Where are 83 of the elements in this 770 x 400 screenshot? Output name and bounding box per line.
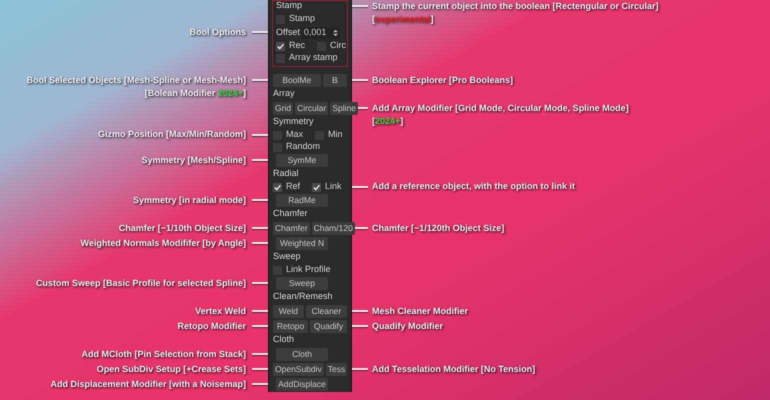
leader-line — [352, 5, 368, 7]
spinner-arrows-icon — [332, 28, 338, 36]
leader-line — [252, 31, 268, 33]
annotation-label: Quadify Modifier — [372, 320, 444, 332]
tool-button[interactable]: Sweep — [276, 277, 328, 290]
leader-line — [352, 186, 368, 188]
tool-button[interactable]: Grid — [273, 102, 294, 115]
leader-line — [252, 368, 268, 370]
tool-button[interactable]: Cleaner — [306, 305, 347, 318]
annotation-label: Gizmo Position [Max/Min/Random] — [98, 128, 246, 141]
checkbox-label: Link Profile — [286, 263, 331, 276]
tool-button[interactable]: B — [322, 74, 347, 87]
tool-button[interactable]: OpenSubdiv — [273, 363, 324, 376]
tool-button[interactable]: Quadify — [310, 320, 347, 333]
leader-line — [252, 134, 268, 136]
section-title: Stamp — [276, 0, 302, 12]
leader-line — [252, 159, 268, 161]
section-title: Cloth — [273, 332, 294, 346]
annotation-label: Chamfer [~1/10th Object Size] — [118, 222, 246, 234]
tool-button[interactable]: Tess — [326, 363, 348, 376]
tool-button[interactable]: AddDisplace — [276, 378, 328, 391]
annotation-label: Add a reference object, with the option to link it — [372, 180, 576, 193]
annotation-label: [Bolean Modifier 2024+] — [144, 86, 246, 100]
leader-line — [352, 310, 368, 312]
section-title: Radial — [273, 166, 299, 180]
annotation-label: Add Tesselation Modifier [No Tension] — [372, 362, 536, 376]
checkbox-label: Max — [286, 128, 304, 142]
leader-line — [352, 325, 368, 327]
checkbox-label: Circ — [330, 39, 346, 52]
tool-button[interactable]: Cloth — [276, 348, 328, 361]
checkbox-label: Rec — [289, 39, 306, 52]
leader-line — [252, 79, 268, 81]
leader-line — [252, 199, 268, 201]
leader-line — [252, 353, 268, 355]
annotation-label: Add MCloth [Pin Selection from Stack] — [81, 348, 246, 360]
tool-button[interactable]: Retopo — [273, 320, 308, 333]
tool-button[interactable]: Chamfer — [273, 222, 310, 235]
leader-line — [252, 383, 268, 385]
leader-line — [252, 310, 268, 312]
leader-line — [252, 325, 268, 327]
checkbox-label: Stamp — [289, 12, 316, 26]
leader-line — [252, 227, 268, 229]
leader-line — [352, 79, 368, 81]
tool-button[interactable]: Cham/120 — [312, 222, 355, 235]
annotation-label: [2024+] — [372, 114, 404, 128]
checkbox-label: Random — [286, 140, 320, 154]
annotation-label: Mesh Cleaner Modifier — [372, 304, 468, 318]
annotation-label: Weighted Normals Modififer [by Angle] — [80, 236, 246, 250]
field-label: Offset — [276, 26, 300, 39]
section-title: Chamfer — [273, 206, 308, 220]
leader-line — [352, 368, 368, 370]
tool-button[interactable]: SymMe — [276, 154, 328, 167]
annotation-label: Bool Options — [190, 26, 246, 38]
checkbox-label: Array stamp — [289, 51, 338, 64]
annotation-label: Custom Sweep [Basic Profile for selected Spline] — [36, 276, 246, 290]
leader-line — [252, 242, 268, 244]
tool-button[interactable]: Weighted N — [276, 237, 328, 250]
annotation-label: Add Displacement Modifier [with a Noisemap] — [50, 378, 246, 390]
leader-line — [352, 227, 368, 229]
annotation-label: Vertex Weld — [195, 304, 246, 318]
annotation-label: Symmetry [Mesh/Spline] — [141, 154, 246, 166]
tool-button[interactable]: Spline — [330, 102, 358, 115]
annotation-label: Symmetry [in radial mode] — [132, 194, 246, 206]
tool-button[interactable]: Circular — [295, 102, 328, 115]
annotation-label: Bool Selected Objects [Mesh-Spline or Mesh-Mesh] — [26, 74, 246, 86]
section-title: Clean/Remesh — [273, 290, 333, 302]
annotation-label: Add Array Modifier [Grid Mode, Circular Mode, Spline Mode] — [372, 102, 629, 114]
annotation-label: Retopo Modifier — [178, 320, 246, 332]
section-title: Sweep — [273, 250, 301, 263]
annotation-label: Boolean Explorer [Pro Booleans] — [372, 74, 514, 86]
tool-button[interactable]: BoolMe — [273, 74, 321, 87]
checkbox-label: Min — [328, 128, 343, 142]
checkbox-label: Link — [325, 180, 342, 194]
annotation-label: Chamfer [~1/120th Object Size] — [372, 222, 504, 234]
annotation-label: Stamp the current object into the boolean [Rectengular or Circular] — [372, 0, 659, 12]
tool-button[interactable]: Weld — [273, 305, 304, 318]
section-title: Symmetry — [273, 114, 314, 128]
leader-line — [252, 282, 268, 284]
section-title: Array — [273, 86, 295, 100]
annotation-label: [experimental] — [372, 12, 434, 26]
checkbox-label: Ref — [286, 180, 300, 194]
annotation-label: Open SubDiv Setup [+Crease Sets] — [96, 362, 246, 376]
tool-button[interactable]: RadMe — [276, 194, 328, 207]
